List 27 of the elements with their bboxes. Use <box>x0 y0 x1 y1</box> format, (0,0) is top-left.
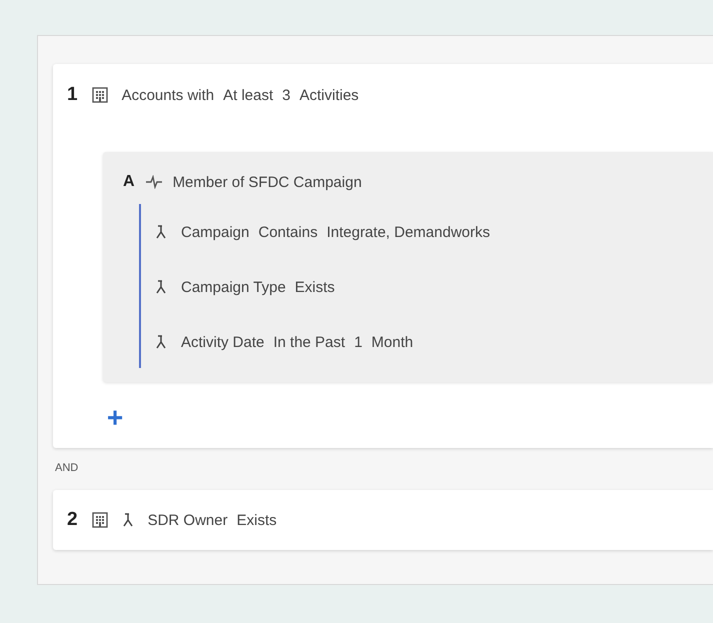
connector-label: AND <box>55 462 80 474</box>
add-button[interactable]: + <box>103 406 127 430</box>
filter-token[interactable]: Campaign <box>181 224 250 240</box>
filter-token[interactable]: Exists <box>294 278 335 296</box>
filter-token[interactable]: 1 <box>354 334 362 350</box>
filter-token[interactable]: SDR Owner <box>148 512 228 528</box>
building-icon <box>92 87 108 103</box>
person-icon <box>155 280 167 294</box>
person-icon <box>155 335 167 349</box>
filter-token[interactable]: Contains <box>258 224 318 240</box>
person-icon <box>155 225 167 239</box>
building-icon <box>92 512 108 528</box>
group-number: 2 <box>67 509 78 531</box>
filter-token[interactable]: Exists <box>236 512 277 528</box>
filter-token[interactable]: 3 <box>282 86 290 104</box>
filter-token[interactable]: Accounts with <box>122 86 214 104</box>
subgroup-title[interactable]: Member of SFDC Campaign <box>172 174 362 190</box>
subgroup-letter: A <box>123 173 135 191</box>
filter-token[interactable]: Campaign Type <box>181 278 286 296</box>
activity-icon <box>144 175 163 189</box>
filter-token[interactable]: Activity Date <box>181 334 264 350</box>
filter-token[interactable]: At least <box>223 86 274 104</box>
filter-token[interactable]: Integrate, Demandworks <box>326 224 490 240</box>
group-number: 1 <box>67 84 78 106</box>
filter-token[interactable]: Activities <box>300 86 359 104</box>
filter-token[interactable]: Month <box>371 334 414 350</box>
filter-token[interactable]: In the Past <box>273 334 346 350</box>
